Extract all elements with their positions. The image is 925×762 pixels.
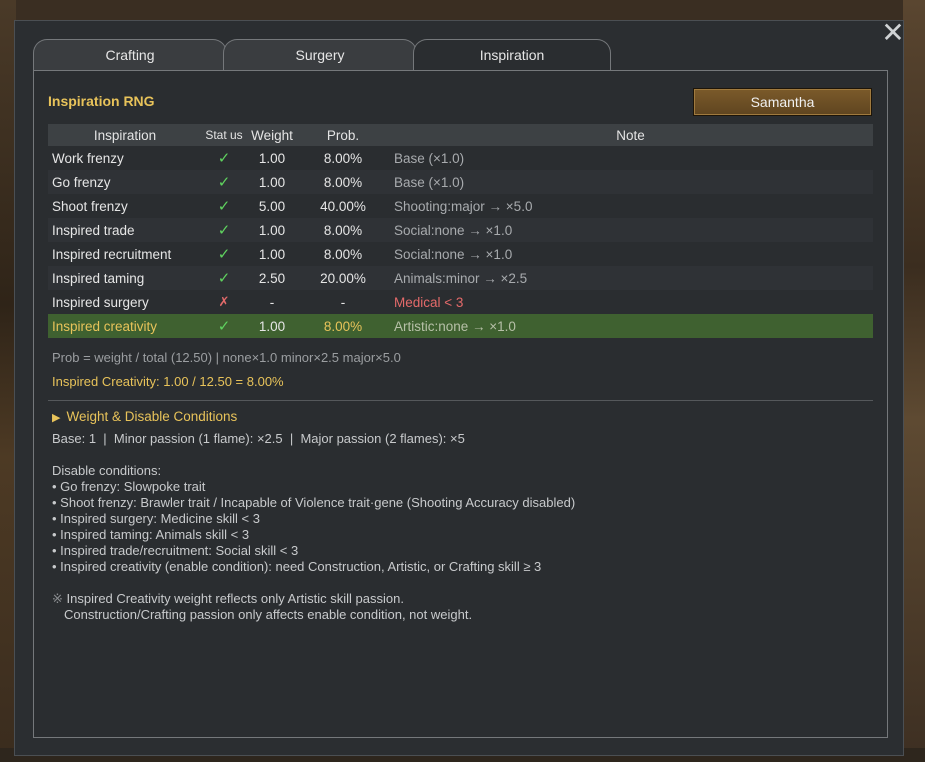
row-weight: 1.00 [246,218,298,242]
row-weight: - [269,294,275,310]
table-row[interactable]: Inspired trade ✓ 1.00 8.00% Social:none … [48,218,873,242]
map-background-right [903,0,925,762]
check-icon: ✓ [217,222,231,239]
row-prob: - [340,294,346,310]
table-row[interactable]: Inspired recruitment ✓ 1.00 8.00% Social… [48,242,873,266]
table-row[interactable]: Go frenzy ✓ 1.00 8.00% Base (×1.0) [48,170,873,194]
row-name: Go frenzy [48,170,202,194]
row-prob: 8.00% [298,170,388,194]
table-row[interactable]: Inspired taming ✓ 2.50 20.00% Animals:mi… [48,266,873,290]
list-item: • Inspired taming: Animals skill < 3 [52,527,250,542]
triangle-right-icon: ▶ [52,412,61,424]
row-prob: 40.00% [320,198,366,214]
row-weight: 2.50 [246,266,298,290]
table-row-selected[interactable]: Inspired creativity ✓ 1.00 8.00% Artisti… [48,314,873,338]
row-note: Base (×1.0) [388,170,873,194]
table-row[interactable]: Inspired surgery ✗ - - Medical < 3 [48,290,873,314]
row-prob: 20.00% [298,266,388,290]
note-line-2: Construction/Crafting passion only affec… [64,607,473,622]
note-symbol-icon: ※ [52,591,63,606]
row-weight: 1.00 [258,150,286,166]
row-name: Inspired creativity [48,314,202,338]
list-item: • Inspired trade/recruitment: Social ski… [52,543,299,558]
conditions-header: Weight & Disable Conditions [66,409,238,424]
table-row[interactable]: Shoot frenzy ✓ 5.00 40.00% Shooting:majo… [48,194,873,218]
inspiration-table: Inspiration Stat us Weight Prob. Note Wo… [48,124,873,338]
inspiration-panel: Inspiration RNG Samantha Inspiration Sta… [33,70,888,738]
tab-inspiration[interactable]: Inspiration [413,39,611,72]
row-note: Artistic:none → ×1.0 [388,314,873,338]
panel-title: Inspiration RNG [48,93,155,109]
close-icon[interactable]: ✕ [880,19,906,47]
header-inspiration[interactable]: Inspiration [48,124,202,146]
row-note: Social:none → ×1.0 [388,218,873,242]
row-weight: 5.00 [258,198,286,214]
check-icon: ✓ [217,174,231,191]
row-note: Base (×1.0) [394,150,465,166]
row-weight: 1.00 [246,170,298,194]
header-status[interactable]: Stat us [202,124,246,146]
header-prob[interactable]: Prob. [298,124,388,146]
disable-title: Disable conditions: [52,463,162,478]
table-row[interactable]: Work frenzy ✓ 1.00 8.00% Base (×1.0) [48,146,873,170]
base-multipliers: Base: 1 | Minor passion (1 flame): ×2.5 … [52,431,465,446]
check-icon: ✓ [217,246,231,263]
row-prob: 8.00% [298,218,388,242]
cross-icon: ✗ [218,294,230,309]
list-item: • Inspired surgery: Medicine skill < 3 [52,511,260,526]
row-name: Shoot frenzy [52,198,128,214]
row-name: Inspired trade [48,218,202,242]
probability-formula: Prob = weight / total (12.50) | none×1.0… [52,350,401,365]
note-line-1: Inspired Creativity weight reflects only… [66,591,404,606]
check-icon: ✓ [217,198,231,215]
tab-crafting[interactable]: Crafting [33,39,227,71]
row-note: Medical < 3 [394,294,464,310]
divider [48,400,873,401]
tab-surgery[interactable]: Surgery [223,39,417,71]
check-icon: ✓ [217,150,231,167]
row-prob: 8.00% [323,246,363,262]
row-note: Social:none → ×1.0 [394,246,513,262]
row-name: Work frenzy [52,150,124,166]
row-note: Animals:minor → ×2.5 [388,266,873,290]
header-weight[interactable]: Weight [246,124,298,146]
list-item: • Inspired creativity (enable condition)… [52,559,542,574]
row-name: Inspired taming [48,266,202,290]
selected-result: Inspired Creativity: 1.00 / 12.50 = 8.00… [52,374,284,389]
row-weight: 1.00 [258,246,286,262]
row-note: Shooting:major → ×5.0 [394,198,533,214]
row-prob: 8.00% [323,150,363,166]
row-name: Inspired recruitment [52,246,172,262]
list-item: • Go frenzy: Slowpoke trait [52,479,206,494]
check-icon: ✓ [217,270,231,287]
header-note[interactable]: Note [388,124,873,146]
creativity-note: ※ Inspired Creativity weight reflects on… [52,591,472,623]
row-weight: 1.00 [246,314,298,338]
row-prob: 8.00% [298,314,388,338]
list-item: • Shoot frenzy: Brawler trait / Incapabl… [52,495,576,510]
pawn-select-button[interactable]: Samantha [693,88,872,116]
row-name: Inspired surgery [52,294,149,310]
disable-conditions: Disable conditions: • Go frenzy: Slowpok… [52,463,575,575]
check-icon: ✓ [217,318,231,335]
table-header-row: Inspiration Stat us Weight Prob. Note [48,124,873,146]
conditions-toggle[interactable]: ▶ Weight & Disable Conditions [52,409,237,424]
